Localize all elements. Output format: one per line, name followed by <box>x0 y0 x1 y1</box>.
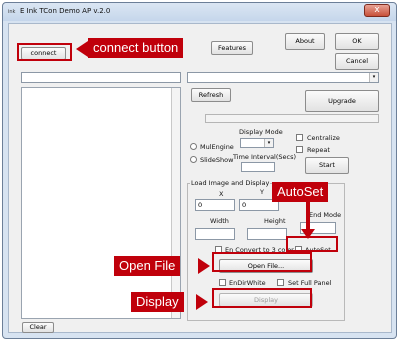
width-field[interactable] <box>195 228 235 240</box>
connect-arrow <box>76 41 88 57</box>
slideshow-label: SlideShow <box>200 156 234 164</box>
x-label: X <box>219 190 224 198</box>
load-image-group-label: Load Image and Display <box>190 179 271 187</box>
refresh-button[interactable]: Refresh <box>191 88 231 102</box>
device-combo[interactable]: ▾ <box>187 72 379 83</box>
display-highlight <box>212 288 312 308</box>
set-full-panel-label: Set Full Panel <box>288 279 332 287</box>
display-arrow <box>196 294 208 310</box>
features-button[interactable]: Features <box>211 41 253 55</box>
log-list[interactable] <box>21 87 181 319</box>
close-icon: x <box>374 5 380 15</box>
width-label: Width <box>210 217 229 225</box>
open-file-highlight <box>212 252 312 272</box>
y-label: Y <box>260 188 264 196</box>
open-file-callout: Open File <box>114 256 181 276</box>
time-interval-field[interactable] <box>241 162 275 172</box>
autoset-arrow-stem <box>306 202 310 230</box>
dialog-client-area: connect Features About OK Cancel ▾ Refre… <box>8 23 392 333</box>
cancel-button[interactable]: Cancel <box>335 53 379 70</box>
chevron-down-icon[interactable]: ▾ <box>264 139 273 147</box>
progress-bar <box>205 114 379 123</box>
upgrade-button[interactable]: Upgrade <box>305 90 379 112</box>
en-dir-white-label: EnDirWhite <box>229 279 266 287</box>
end-mode-label: End Mode <box>309 211 342 219</box>
centralize-checkbox[interactable] <box>296 134 303 141</box>
repeat-checkbox[interactable] <box>296 146 303 153</box>
en-dir-white-checkbox[interactable] <box>219 279 226 286</box>
time-interval-label: Time Interval(Secs) <box>233 153 297 161</box>
slideshow-radio[interactable] <box>190 156 197 163</box>
height-label: Height <box>264 217 286 225</box>
autoset-highlight <box>286 236 338 252</box>
ok-button[interactable]: OK <box>335 33 379 50</box>
display-mode-label: Display Mode <box>239 128 283 136</box>
connect-button-highlight <box>17 43 72 61</box>
about-button[interactable]: About <box>285 33 325 50</box>
window-title: E Ink TCon Demo AP v.2.0 <box>20 7 111 15</box>
centralize-label: Centralize <box>307 134 340 142</box>
start-button[interactable]: Start <box>305 157 349 174</box>
display-mode-combo[interactable]: ▾ <box>240 138 274 148</box>
x-field[interactable]: 0 <box>195 199 235 211</box>
multiengine-radio[interactable] <box>190 143 197 150</box>
log-scrollbar[interactable] <box>171 88 180 318</box>
connect-status-field[interactable] <box>21 72 181 83</box>
repeat-label: Repeat <box>307 146 330 154</box>
height-field[interactable] <box>247 228 287 240</box>
app-icon: ink <box>8 9 16 15</box>
title-bar[interactable]: ink E Ink TCon Demo AP v.2.0 x <box>3 3 396 21</box>
autoset-callout: AutoSet <box>272 182 329 202</box>
close-button[interactable]: x <box>364 4 390 17</box>
display-callout: Display <box>131 292 184 312</box>
set-full-panel-checkbox[interactable] <box>277 279 284 286</box>
chevron-down-icon[interactable]: ▾ <box>369 73 378 82</box>
multiengine-label: MulEngine <box>200 143 234 151</box>
connect-button-callout: connect button <box>88 38 184 58</box>
clear-button[interactable]: Clear <box>22 322 54 333</box>
open-file-arrow <box>198 258 210 274</box>
